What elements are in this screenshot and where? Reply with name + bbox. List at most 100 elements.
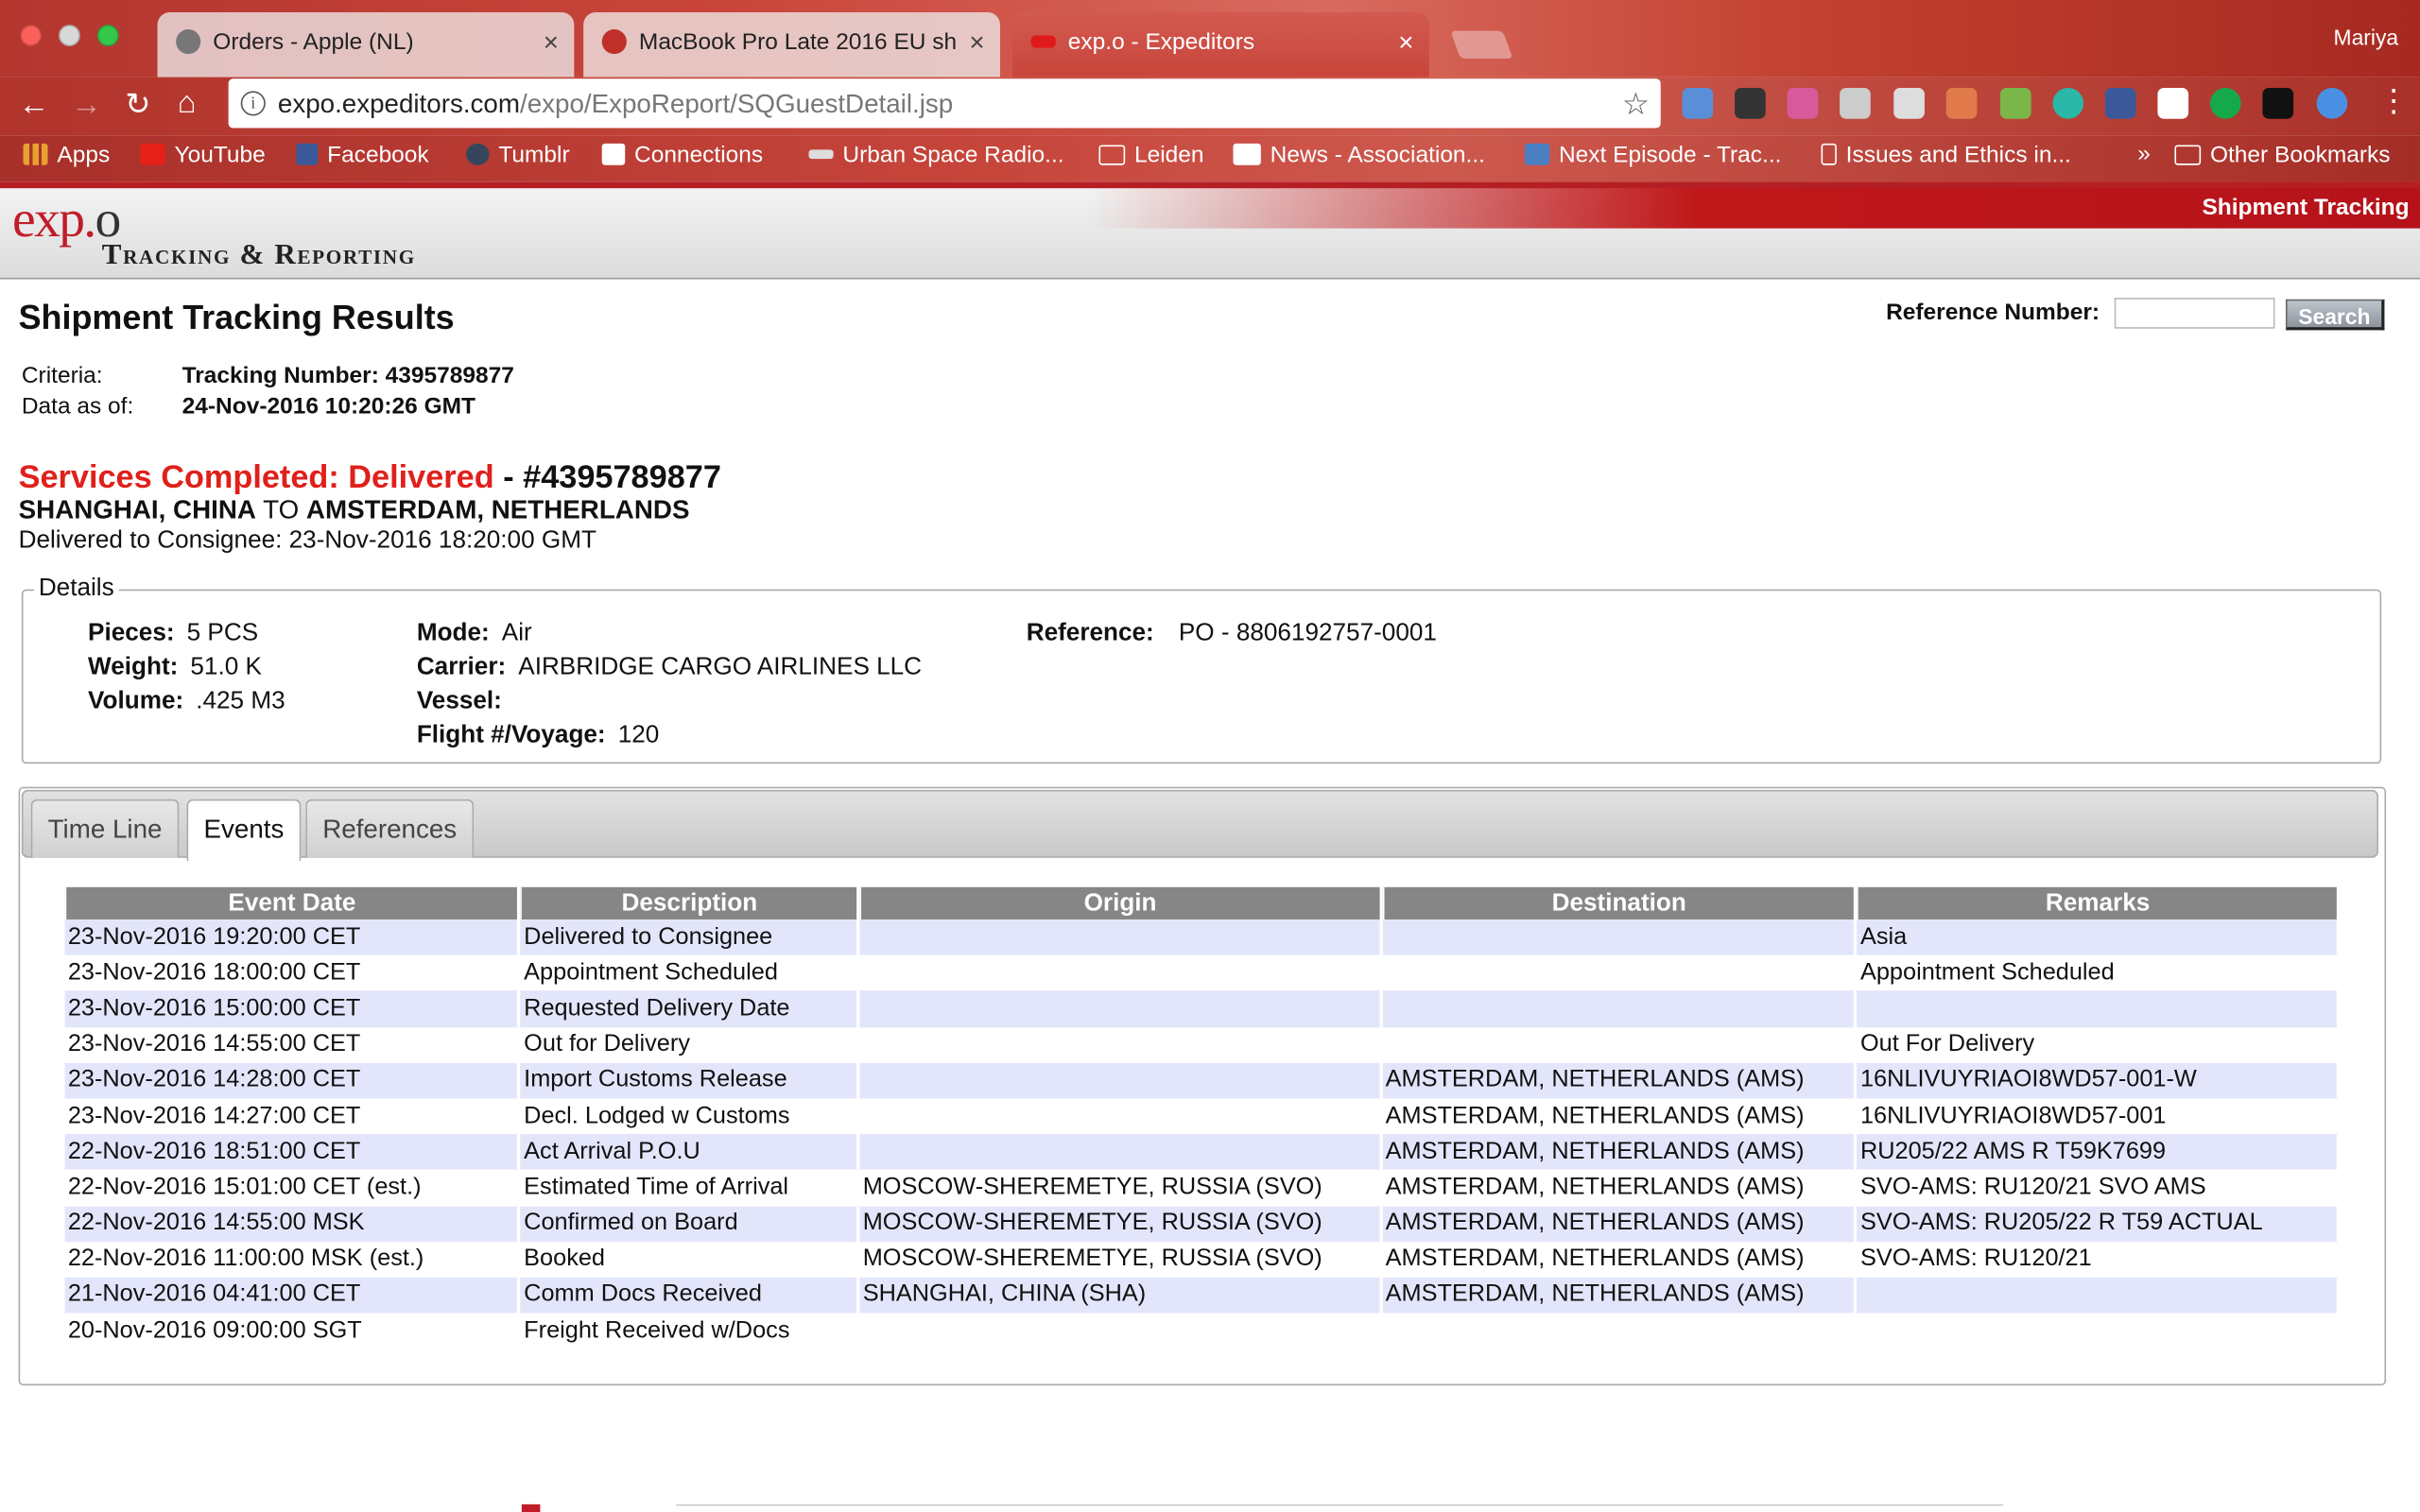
menu-icon[interactable]: ⋮: [2378, 83, 2410, 120]
tab-title: exp.o - Expeditors: [1067, 29, 1255, 56]
address-bar[interactable]: expo.expeditors.com/expo/ExpoReport/SQGu…: [228, 78, 1661, 129]
reference-number-input[interactable]: [2114, 298, 2275, 329]
column-header: Destination: [1382, 886, 1855, 920]
download-extension-icon[interactable]: [1682, 88, 1714, 119]
description-cell: Delivered to Consignee: [520, 919, 857, 955]
table-header-row: Event Date Description Origin Destinatio…: [64, 886, 2337, 920]
extension-icon[interactable]: [1893, 88, 1925, 119]
event-date-cell: 21-Nov-2016 04:41:00 CET: [64, 1277, 518, 1314]
extension-icon[interactable]: [2052, 88, 2084, 119]
browser-window: Orders - Apple (NL) × MacBook Pro Late 2…: [0, 0, 2420, 1512]
tab-title: MacBook Pro Late 2016 EU sh: [638, 29, 958, 56]
column-header: Origin: [859, 886, 1380, 920]
carrier-field: Carrier: AIRBRIDGE CARGO AIRLINES LLC: [417, 654, 922, 681]
description-cell: Act Arrival P.O.U: [520, 1134, 857, 1171]
bookmark-issues-ethics[interactable]: Issues and Ethics in...: [1821, 142, 2071, 168]
bookmarks-overflow-button[interactable]: »: [2137, 141, 2151, 167]
remarks-cell: 16NLIVUYRIAOI8WD57-001-W: [1857, 1062, 2337, 1099]
footer-divider: [676, 1503, 2004, 1506]
route-destination: AMSTERDAM, NETHERLANDS: [305, 495, 690, 525]
url-path: /expo/ExpoReport/SQGuestDetail.jsp: [519, 89, 954, 119]
close-window-button[interactable]: [20, 25, 43, 46]
radio-icon: [808, 149, 834, 160]
status-text: Services Completed: Delivered: [18, 459, 494, 496]
event-date-cell: 23-Nov-2016 14:28:00 CET: [64, 1062, 518, 1099]
extension-icon[interactable]: [1735, 88, 1766, 119]
events-table: Event Date Description Origin Destinatio…: [61, 886, 2340, 1349]
forward-icon[interactable]: →: [71, 86, 102, 123]
grammarly-icon[interactable]: [2209, 88, 2241, 119]
expeditors-icon: [1030, 35, 1056, 48]
home-icon[interactable]: ⌂: [178, 85, 197, 122]
weight-label: Weight:: [88, 654, 179, 680]
new-tab-button[interactable]: [1450, 30, 1513, 60]
bookmark-star-icon[interactable]: ☆: [1622, 85, 1650, 124]
table-row: 23-Nov-2016 14:27:00 CET Decl. Lodged w C…: [65, 1098, 2337, 1134]
criteria-label: Criteria:: [21, 362, 103, 389]
bookmark-next-episode[interactable]: Next Episode - Trac...: [1525, 142, 1781, 168]
remarks-cell: 16NLIVUYRIAOI8WD57-001: [1859, 1102, 2167, 1129]
tracking-number: - #4395789877: [493, 459, 721, 496]
profile-name[interactable]: Mariya: [2334, 25, 2399, 49]
description-cell: Booked: [524, 1246, 606, 1272]
tab-time-line[interactable]: Time Line: [30, 799, 180, 858]
flight-label: Flight #/Voyage:: [416, 722, 606, 748]
column-header: Event Date: [64, 886, 518, 920]
table-row: 22-Nov-2016 15:01:00 CET (est.) Estimated…: [65, 1170, 2337, 1206]
minimize-window-button[interactable]: [59, 25, 80, 46]
zoom-window-button[interactable]: [96, 25, 119, 46]
column-header: Remarks: [1857, 886, 2337, 920]
extension-icon[interactable]: [2157, 88, 2189, 119]
bookmark-news[interactable]: News - Association...: [1233, 142, 1485, 168]
youtube-icon: [140, 143, 165, 165]
tab-references[interactable]: References: [305, 799, 475, 858]
close-tab-icon[interactable]: ×: [1398, 27, 1413, 59]
extension-icon[interactable]: [1945, 88, 1978, 119]
event-date-cell: 23-Nov-2016 14:55:00 CET: [67, 1030, 361, 1057]
search-button[interactable]: Search: [2285, 299, 2385, 331]
flight-field: Flight #/Voyage: 120: [417, 722, 659, 749]
route-to-word: TO: [255, 495, 306, 525]
remarks-cell: Out For Delivery: [1859, 1030, 2035, 1057]
other-bookmarks-folder[interactable]: Other Bookmarks: [2174, 142, 2391, 168]
extension-icon[interactable]: [1840, 88, 1871, 119]
description-cell: Estimated Time of Arrival: [524, 1174, 789, 1201]
bookmark-urban-space-radio[interactable]: Urban Space Radio...: [808, 142, 1064, 168]
site-info-icon[interactable]: i: [240, 91, 266, 116]
origin-cell: [859, 955, 1379, 991]
extension-icon[interactable]: [1787, 88, 1819, 119]
close-tab-icon[interactable]: ×: [969, 27, 984, 59]
remarks-cell: Appointment Scheduled: [1859, 959, 2115, 986]
bookmark-facebook[interactable]: Facebook: [296, 142, 429, 168]
tab-events[interactable]: Events: [186, 799, 302, 862]
origin-cell: MOSCOW-SHEREMETYE, RUSSIA (SVO): [862, 1174, 1322, 1201]
page-title: Shipment Tracking Results: [18, 298, 455, 336]
apple-red-icon: [601, 29, 627, 55]
destination-cell: [1382, 1313, 1854, 1349]
section-title: Shipment Tracking: [2202, 194, 2410, 221]
bookmark-youtube[interactable]: YouTube: [140, 142, 266, 168]
browser-tab-active[interactable]: exp.o - Expeditors ×: [1012, 12, 1429, 77]
destination-cell: AMSTERDAM, NETHERLANDS (AMS): [1382, 1205, 1855, 1242]
extension-icon[interactable]: [2316, 88, 2348, 119]
weight-field: Weight: 51.0 K: [88, 654, 262, 681]
close-tab-icon[interactable]: ×: [544, 27, 559, 59]
origin-cell: [859, 1134, 1380, 1171]
facebook-extension-icon[interactable]: [2104, 88, 2136, 119]
bookmark-tumblr[interactable]: Tumblr: [466, 142, 570, 168]
table-row: 22-Nov-2016 14:55:00 MSK Confirmed on Boa…: [64, 1205, 2337, 1242]
facebook-icon: [296, 143, 319, 165]
bookmark-connections[interactable]: Connections: [601, 142, 763, 168]
logo-text: exp.: [12, 191, 96, 249]
description-cell: Decl. Lodged w Customs: [524, 1102, 790, 1129]
bookmark-folder-leiden[interactable]: Leiden: [1098, 142, 1204, 168]
reload-icon[interactable]: ↻: [125, 86, 150, 123]
extension-icon[interactable]: [2262, 88, 2294, 119]
browser-tab[interactable]: Orders - Apple (NL) ×: [157, 12, 575, 77]
bookmark-apps[interactable]: Apps: [23, 142, 110, 168]
extension-icon[interactable]: [1999, 88, 2031, 119]
back-icon[interactable]: ←: [19, 86, 50, 123]
browser-tab[interactable]: MacBook Pro Late 2016 EU sh ×: [583, 12, 1000, 77]
page-icon: [1821, 143, 1837, 165]
apps-grid-icon: [23, 143, 48, 165]
